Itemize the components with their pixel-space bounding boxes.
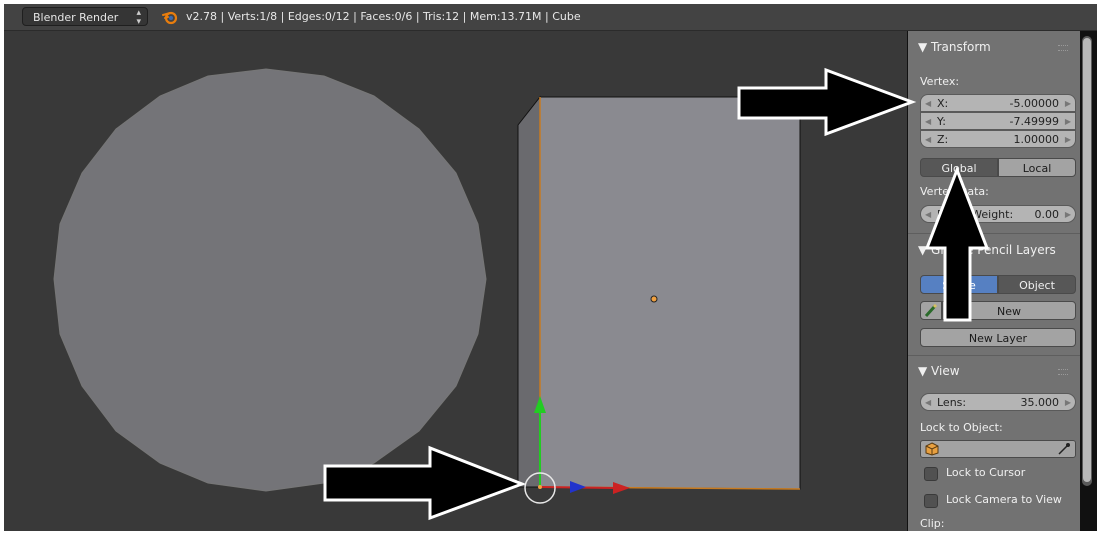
blender-window: Blender Render ▴ ▾ v2.78 | Verts:1/8 | Ed…	[4, 4, 1097, 531]
decrement-arrow-icon[interactable]: ◀	[925, 113, 931, 131]
scene-stats: v2.78 | Verts:1/8 | Edges:0/12 | Faces:0…	[186, 10, 581, 23]
increment-arrow-icon[interactable]: ▶	[1065, 206, 1071, 224]
global-toggle-button[interactable]: Global	[920, 158, 998, 177]
object-origin[interactable]	[650, 295, 658, 303]
lock-to-object-label: Lock to Object:	[920, 421, 1003, 434]
panel-divider	[908, 233, 1080, 234]
eyedropper-icon[interactable]	[1057, 442, 1071, 456]
render-engine-select[interactable]: Blender Render ▴ ▾	[22, 7, 148, 27]
new-grease-pencil-button[interactable]: New	[942, 301, 1076, 320]
vertex-z-field[interactable]: ◀ Z: 1.00000 ▶	[920, 130, 1076, 148]
3d-viewport[interactable]	[4, 31, 907, 531]
new-layer-button[interactable]: New Layer	[920, 328, 1076, 347]
lock-camera-label: Lock Camera to View	[946, 493, 1062, 506]
properties-shelf: ▼ Transform Vertex: ◀ X: -5.00000 ▶ ◀ Y:…	[908, 31, 1080, 531]
panel-grip-icon[interactable]	[1058, 369, 1068, 375]
transform-panel-header[interactable]: ▼ Transform	[908, 35, 1080, 59]
vertex-y-label: Y:	[937, 115, 946, 128]
scrollbar-thumb[interactable]	[1083, 38, 1091, 482]
cube-side-face[interactable]	[517, 95, 541, 488]
scene-toggle-button[interactable]: Scene	[920, 275, 998, 294]
view-panel-header[interactable]: ▼ View	[908, 359, 1080, 383]
panel-scrollbar[interactable]	[1082, 36, 1092, 486]
transform-title: Transform	[931, 40, 991, 54]
vertex-x-label: X:	[937, 97, 949, 110]
bevel-weight-field[interactable]: ◀ Bevel Weight: 0.00 ▶	[920, 205, 1076, 223]
pencil-icon-box[interactable]	[920, 301, 942, 320]
viewport-scene[interactable]	[4, 31, 907, 531]
info-header: Blender Render ▴ ▾ v2.78 | Verts:1/8 | Ed…	[4, 4, 1097, 31]
increment-arrow-icon[interactable]: ▶	[1065, 113, 1071, 131]
clip-label: Clip:	[920, 517, 945, 530]
view-title: View	[931, 364, 960, 378]
pencil-icon	[924, 303, 938, 318]
lens-value: 35.000	[1020, 396, 1060, 409]
increment-arrow-icon[interactable]: ▶	[1065, 95, 1071, 113]
cube-icon	[925, 442, 939, 456]
vertex-x-field[interactable]: ◀ X: -5.00000 ▶	[920, 94, 1076, 112]
decrement-arrow-icon[interactable]: ◀	[925, 206, 931, 224]
collapse-triangle-icon: ▼	[918, 364, 932, 378]
vertex-x-value: -5.00000	[1009, 97, 1059, 110]
collapse-triangle-icon: ▼	[918, 40, 932, 54]
lock-object-field[interactable]	[920, 440, 1076, 458]
decrement-arrow-icon[interactable]: ◀	[925, 95, 931, 113]
blender-logo-icon	[162, 11, 178, 25]
vertex-label: Vertex:	[920, 75, 960, 88]
decrement-arrow-icon[interactable]: ◀	[925, 394, 931, 412]
vertex-y-field[interactable]: ◀ Y: -7.49999 ▶	[920, 112, 1076, 130]
grease-pencil-panel-header[interactable]: ▼ Grease Pencil Layers	[908, 238, 1080, 262]
decrement-arrow-icon[interactable]: ◀	[925, 131, 931, 149]
cube-front-face[interactable]	[539, 96, 801, 490]
panel-divider	[908, 355, 1080, 356]
grease-pencil-title: Grease Pencil Layers	[931, 243, 1056, 257]
lens-label: Lens:	[937, 396, 967, 409]
vertex-z-label: Z:	[937, 133, 949, 146]
bevel-weight-value: 0.00	[1034, 208, 1060, 221]
collapse-triangle-icon: ▼	[918, 243, 932, 257]
lock-camera-checkbox[interactable]	[924, 494, 938, 508]
vertex-z-value: 1.00000	[1013, 133, 1060, 146]
lock-to-cursor-label: Lock to Cursor	[946, 466, 1026, 479]
vertex-data-label: Vertex Data:	[920, 185, 989, 198]
panel-grip-icon[interactable]	[1058, 45, 1068, 51]
selected-vertex[interactable]	[538, 485, 542, 489]
increment-arrow-icon[interactable]: ▶	[1065, 131, 1071, 149]
lock-to-cursor-checkbox[interactable]	[924, 467, 938, 481]
render-engine-label: Blender Render	[33, 11, 119, 24]
bevel-weight-label: Bevel Weight:	[937, 208, 1014, 221]
increment-arrow-icon[interactable]: ▶	[1065, 394, 1071, 412]
lens-field[interactable]: ◀ Lens: 35.000 ▶	[920, 393, 1076, 411]
object-toggle-button[interactable]: Object	[998, 275, 1076, 294]
dropdown-arrows-icon: ▴ ▾	[136, 8, 141, 27]
local-toggle-button[interactable]: Local	[998, 158, 1076, 177]
vertex-y-value: -7.49999	[1009, 115, 1059, 128]
cylinder-object[interactable]	[53, 68, 487, 492]
